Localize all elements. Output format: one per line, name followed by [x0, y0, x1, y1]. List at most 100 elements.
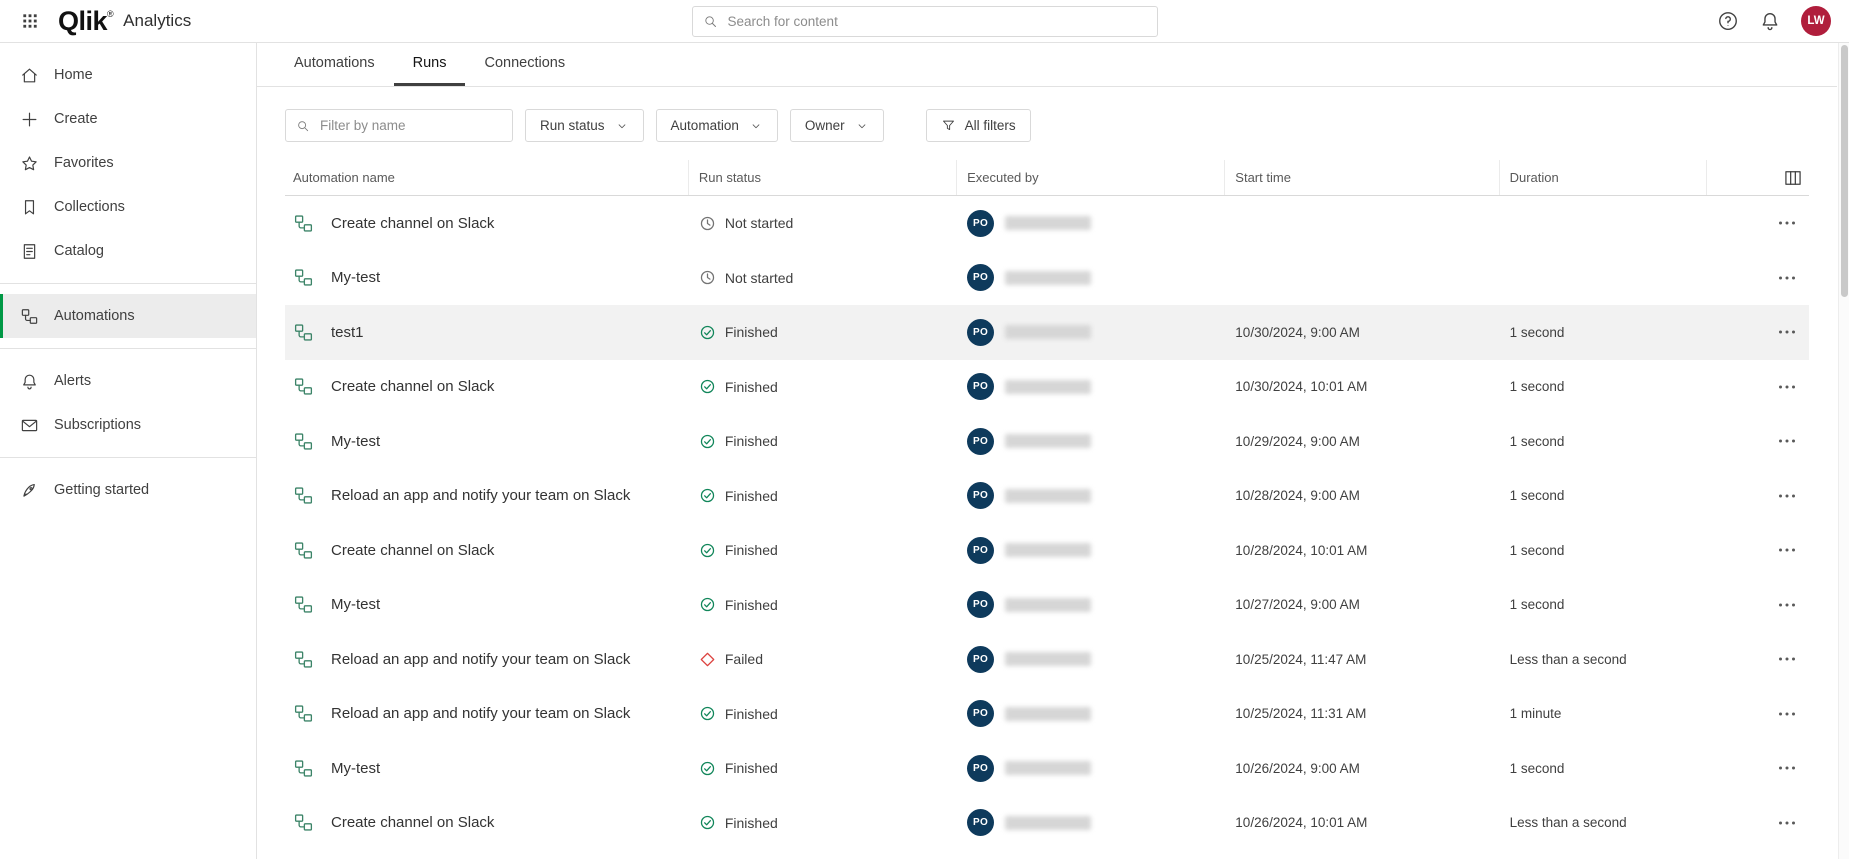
- row-menu-button[interactable]: [1775, 484, 1799, 508]
- sidebar-item-label: Automations: [54, 308, 135, 324]
- row-menu-button[interactable]: [1775, 320, 1799, 344]
- app-switcher-button[interactable]: [12, 3, 48, 39]
- table-row[interactable]: Reload an app and notify your team on Sl…: [285, 687, 1809, 742]
- start-time: 10/28/2024, 9:00 AM: [1225, 488, 1499, 503]
- sidebar-item-getting-started[interactable]: Getting started: [0, 468, 256, 512]
- alerts-icon: [20, 372, 39, 391]
- table-row[interactable]: test1 Finished PO 10/30/2024, 9:00 AM 1 …: [285, 305, 1809, 360]
- automation-name[interactable]: Reload an app and notify your team on Sl…: [331, 651, 630, 668]
- sidebar-item-label: Getting started: [54, 482, 149, 498]
- executed-by-cell: PO: [957, 755, 1225, 782]
- executed-by-cell: PO: [957, 210, 1225, 237]
- row-menu-button[interactable]: [1775, 593, 1799, 617]
- automation-name[interactable]: Reload an app and notify your team on Sl…: [331, 705, 630, 722]
- executor-avatar: PO: [967, 428, 994, 455]
- executed-by-cell: PO: [957, 264, 1225, 291]
- tab-connections[interactable]: Connections: [465, 43, 584, 86]
- table-row[interactable]: Create channel on Slack Finished PO 10/2…: [285, 523, 1809, 578]
- row-menu-button[interactable]: [1775, 266, 1799, 290]
- row-menu-button[interactable]: [1775, 211, 1799, 235]
- name-filter[interactable]: [285, 109, 513, 142]
- row-menu-button[interactable]: [1775, 647, 1799, 671]
- automation-name[interactable]: test1: [331, 324, 364, 341]
- row-menu-button[interactable]: [1775, 429, 1799, 453]
- automation-name[interactable]: Create channel on Slack: [331, 814, 494, 831]
- sidebar-item-label: Subscriptions: [54, 417, 141, 433]
- table-row[interactable]: Reload an app and notify your team on Sl…: [285, 632, 1809, 687]
- filter-dropdown-owner[interactable]: Owner: [790, 109, 884, 142]
- table-row[interactable]: Reload an app and notify your team on Sl…: [285, 469, 1809, 524]
- sidebar-item-subscriptions[interactable]: Subscriptions: [0, 403, 256, 447]
- qlik-logo[interactable]: Qlik®: [58, 8, 113, 35]
- executor-avatar: PO: [967, 591, 994, 618]
- row-menu-button[interactable]: [1775, 375, 1799, 399]
- name-filter-input[interactable]: [318, 117, 502, 134]
- help-button[interactable]: [1717, 10, 1739, 32]
- collections-icon: [20, 198, 39, 217]
- sidebar-item-home[interactable]: Home: [0, 53, 256, 97]
- automation-name[interactable]: Create channel on Slack: [331, 542, 494, 559]
- filter-dropdown-run-status[interactable]: Run status: [525, 109, 644, 142]
- sidebar-item-catalog[interactable]: Catalog: [0, 229, 256, 273]
- column-picker-button[interactable]: [1783, 168, 1803, 188]
- tab-runs[interactable]: Runs: [394, 43, 466, 86]
- automation-name[interactable]: My-test: [331, 269, 380, 286]
- sidebar-divider: [0, 457, 256, 458]
- sidebar-item-collections[interactable]: Collections: [0, 185, 256, 229]
- chevron-down-icon: [855, 119, 869, 133]
- automation-name[interactable]: My-test: [331, 433, 380, 450]
- run-status-label: Finished: [725, 488, 778, 504]
- run-status-cell: Finished: [689, 433, 957, 450]
- automation-name-cell: My-test: [285, 594, 689, 615]
- table-row[interactable]: My-test Finished PO 10/27/2024, 9:00 AM …: [285, 578, 1809, 633]
- start-time: 10/28/2024, 10:01 AM: [1225, 543, 1499, 558]
- run-status-cell: Finished: [689, 542, 957, 559]
- automation-icon: [293, 812, 314, 833]
- tab-automations[interactable]: Automations: [275, 43, 394, 86]
- automation-icon: [293, 758, 314, 779]
- user-avatar[interactable]: LW: [1801, 6, 1831, 36]
- check-circle-icon: [699, 814, 716, 831]
- sidebar-item-automations[interactable]: Automations: [0, 294, 256, 338]
- automation-name[interactable]: My-test: [331, 596, 380, 613]
- table-row[interactable]: Create channel on Slack Not started PO: [285, 196, 1809, 251]
- automation-icon: [293, 267, 314, 288]
- automation-name[interactable]: Reload an app and notify your team on Sl…: [331, 487, 630, 504]
- automation-name-cell: My-test: [285, 431, 689, 452]
- catalog-icon: [20, 242, 39, 261]
- automation-name[interactable]: Create channel on Slack: [331, 378, 494, 395]
- executor-name-redacted: [1005, 489, 1091, 503]
- row-menu-button[interactable]: [1775, 811, 1799, 835]
- duration: 1 second: [1500, 543, 1707, 558]
- row-menu-button[interactable]: [1775, 538, 1799, 562]
- sidebar-item-create[interactable]: Create: [0, 97, 256, 141]
- automations-icon: [20, 307, 39, 326]
- ellipsis-icon: [1775, 811, 1799, 835]
- row-menu-button[interactable]: [1775, 756, 1799, 780]
- vertical-scrollbar[interactable]: [1838, 43, 1849, 859]
- notifications-button[interactable]: [1759, 10, 1781, 32]
- automation-name[interactable]: My-test: [331, 760, 380, 777]
- automation-name-cell: Reload an app and notify your team on Sl…: [285, 703, 689, 724]
- table-row[interactable]: Create channel on Slack Finished PO 10/3…: [285, 360, 1809, 415]
- run-status-cell: Not started: [689, 215, 957, 232]
- sidebar-item-alerts[interactable]: Alerts: [0, 359, 256, 403]
- all-filters-button[interactable]: All filters: [926, 109, 1031, 142]
- executor-name-redacted: [1005, 707, 1091, 721]
- filter-dropdown-automation[interactable]: Automation: [656, 109, 778, 142]
- row-menu-button[interactable]: [1775, 702, 1799, 726]
- global-search[interactable]: [692, 6, 1158, 37]
- table-row[interactable]: My-test Finished PO 10/26/2024, 9:00 AM …: [285, 741, 1809, 796]
- main-area: HomeCreateFavoritesCollectionsCatalog Aut…: [0, 43, 1849, 859]
- table-row[interactable]: My-test Finished PO 10/29/2024, 9:00 AM …: [285, 414, 1809, 469]
- favorites-icon: [20, 154, 39, 173]
- automation-name[interactable]: Create channel on Slack: [331, 215, 494, 232]
- search-input[interactable]: [726, 13, 1147, 30]
- scrollbar-thumb[interactable]: [1841, 45, 1848, 297]
- run-status-label: Finished: [725, 324, 778, 340]
- table-row[interactable]: My-test Not started PO: [285, 251, 1809, 306]
- sidebar-item-favorites[interactable]: Favorites: [0, 141, 256, 185]
- executed-by-cell: PO: [957, 809, 1225, 836]
- automation-icon: [293, 594, 314, 615]
- table-row[interactable]: Create channel on Slack Finished PO 10/2…: [285, 796, 1809, 851]
